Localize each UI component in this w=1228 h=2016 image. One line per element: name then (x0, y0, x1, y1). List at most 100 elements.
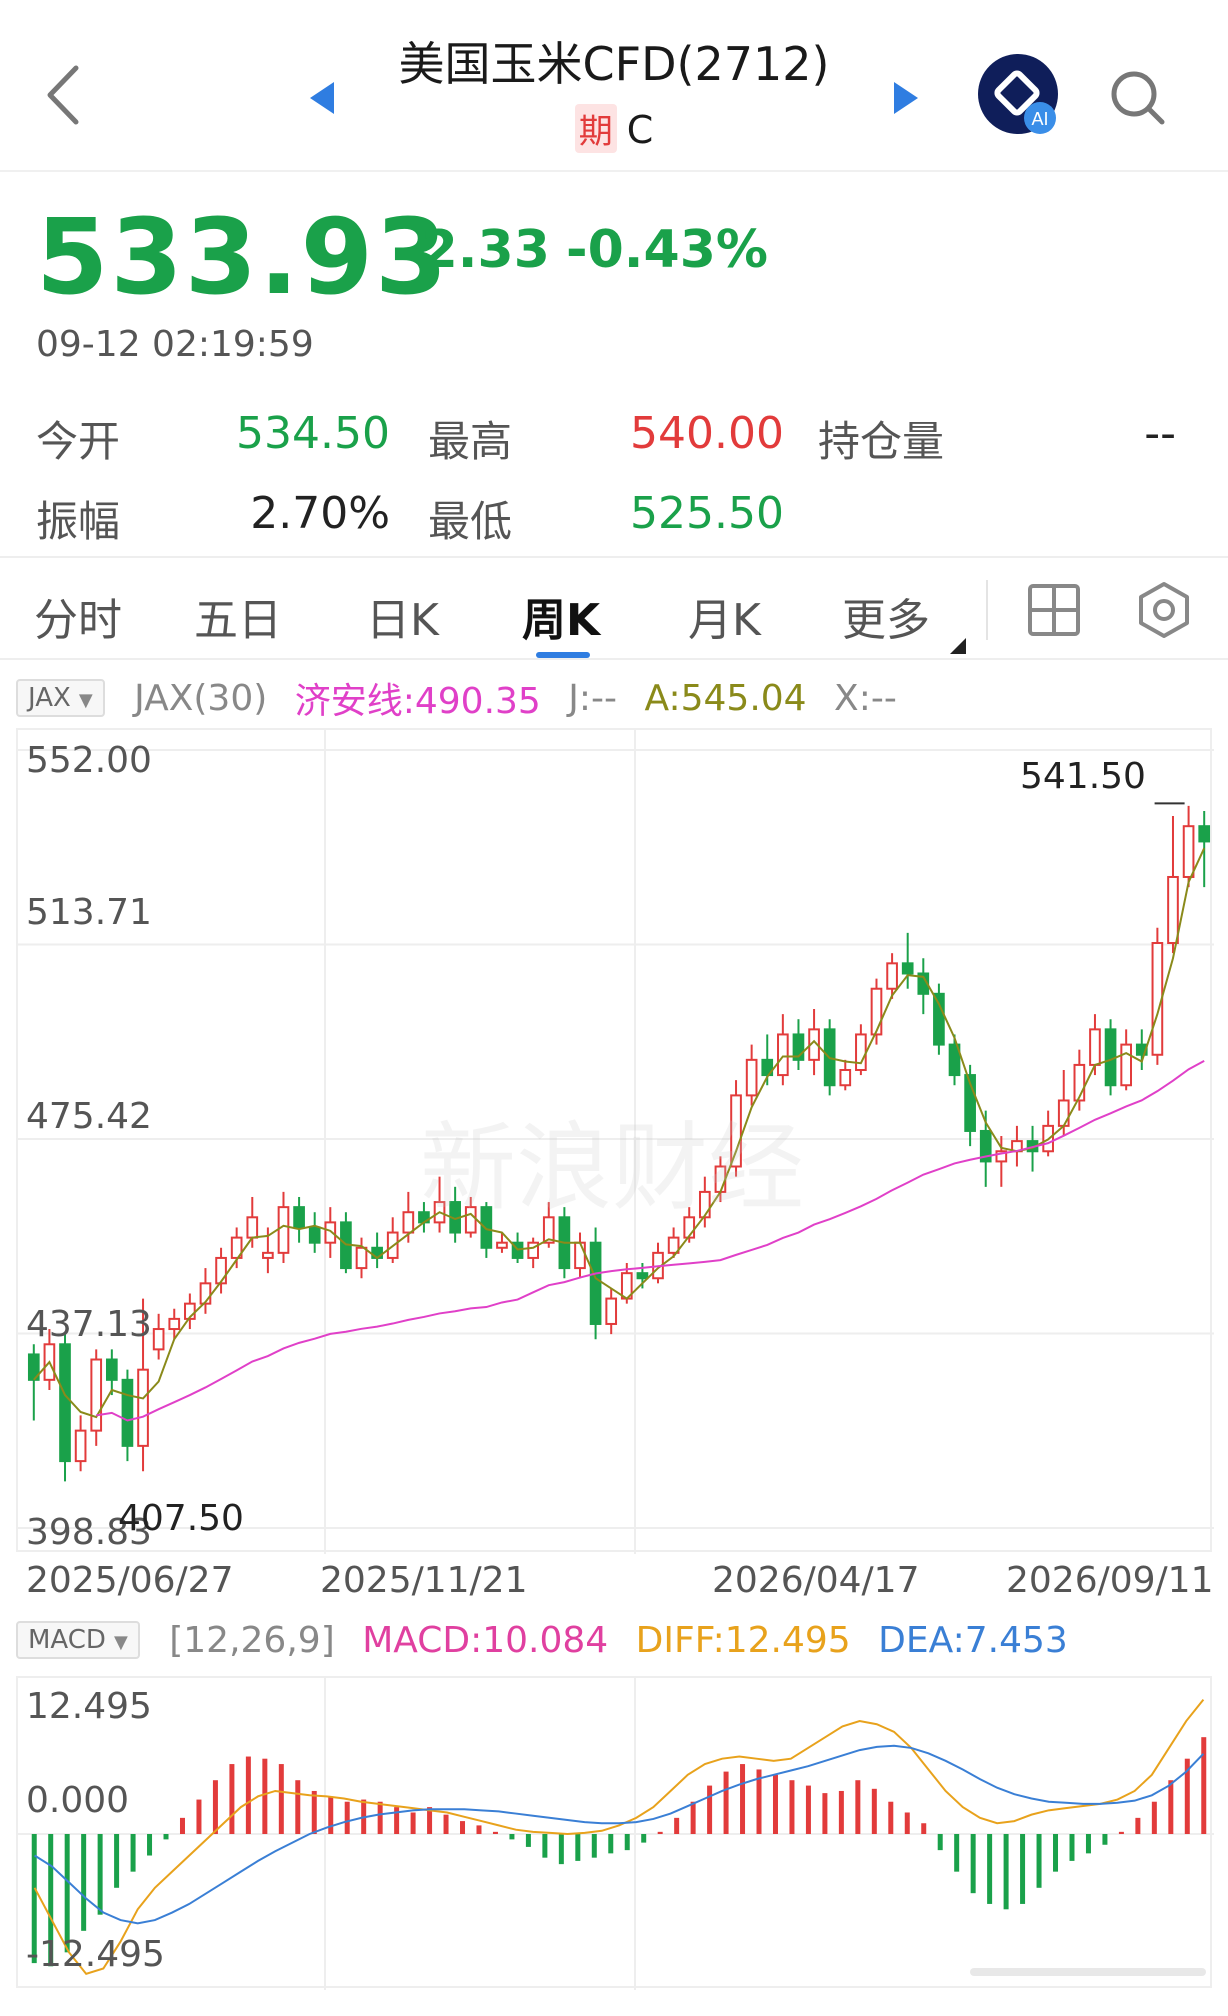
x-tick-4: 2026/09/11 (1006, 1560, 1214, 1601)
macd-bar-positive (674, 1817, 680, 1834)
macd-bar-positive (723, 1771, 729, 1834)
jax-line-value: 济安线:490.35 (294, 681, 541, 722)
macd-bar-negative (147, 1834, 153, 1856)
macd-bar-negative (987, 1834, 993, 1904)
candle-down (59, 1343, 71, 1463)
macd-bar-negative (525, 1834, 531, 1847)
instrument-code: C (626, 108, 654, 152)
chevron-down-icon: ▼ (113, 1632, 128, 1653)
macd-bar-positive (179, 1817, 185, 1834)
macd-bar-negative (937, 1834, 943, 1851)
candle-down (589, 1241, 602, 1325)
jax-j-value: J:-- (568, 677, 618, 719)
candle-up (886, 962, 898, 990)
sub-indicator-select[interactable]: MACD ▼ (16, 1621, 140, 1659)
chart-settings-icon[interactable] (1134, 580, 1194, 640)
quote-timestamp: 09-12 02:19:59 (36, 324, 314, 365)
more-dropdown-icon (950, 638, 966, 654)
macd-svg (18, 1678, 1214, 1990)
candle-up (605, 1297, 618, 1325)
macd-bar-positive (921, 1823, 927, 1834)
candle-up (839, 1068, 852, 1087)
macd-bar-positive (196, 1799, 202, 1834)
y-tick-2: 513.71 (26, 892, 152, 933)
candle-up (574, 1241, 586, 1270)
macd-bar-positive (492, 1831, 498, 1834)
price-change: -2.33 (400, 220, 550, 280)
last-price: 533.93 (36, 196, 450, 318)
back-icon[interactable] (40, 60, 90, 130)
macd-bar-positive (410, 1812, 416, 1834)
tabs-divider (986, 580, 988, 640)
instrument-subtitle: 期C (340, 104, 888, 153)
main-indicator-select-label: JAX (28, 683, 71, 713)
candle-up (1089, 1028, 1101, 1066)
x-tick-3: 2026/04/17 (712, 1560, 920, 1601)
candle-up (355, 1246, 368, 1270)
candle-down (121, 1378, 134, 1447)
open-label: 今开 (36, 417, 121, 466)
main-indicator-select[interactable]: JAX ▼ (16, 679, 105, 717)
macd-bar-positive (476, 1825, 482, 1834)
x-tick-1: 2025/06/27 (26, 1560, 234, 1601)
high-label: 最高 (428, 417, 513, 466)
candle-down (105, 1358, 118, 1381)
macd-bar-positive (838, 1790, 844, 1834)
macd-y-tick-2: 0.000 (26, 1780, 130, 1821)
macd-chart[interactable] (16, 1676, 1214, 1990)
macd-bar-positive (707, 1785, 713, 1834)
diff-value: DIFF:12.495 (635, 1619, 851, 1661)
next-symbol-icon[interactable] (888, 78, 922, 118)
sub-indicator-select-label: MACD (28, 1625, 106, 1655)
tab-five-day[interactable]: 五日 (194, 584, 282, 648)
ai-assistant-icon[interactable]: AI (978, 54, 1062, 138)
macd-bar-positive (328, 1796, 334, 1834)
macd-bar-positive (295, 1780, 301, 1834)
macd-bar-positive (805, 1785, 811, 1834)
macd-y-tick-1: 12.495 (26, 1686, 152, 1727)
tab-daily-k[interactable]: 日K (366, 584, 439, 648)
macd-bar-negative (641, 1834, 647, 1843)
macd-bar-negative (114, 1834, 120, 1888)
candle-down (933, 992, 945, 1046)
macd-params: [12,26,9] (169, 1619, 335, 1661)
candle-down (1198, 825, 1211, 843)
macd-bar-positive (888, 1801, 894, 1834)
candle-down (293, 1206, 305, 1229)
max-price-label: 541.50 (1020, 756, 1146, 797)
tab-intraday[interactable]: 分时 (34, 584, 122, 648)
jax-x-value: X:-- (834, 677, 897, 719)
macd-value: MACD:10.084 (362, 1619, 609, 1661)
top-nav: 美国玉米CFD(2712) 期C AI (0, 0, 1228, 172)
candle-up (215, 1256, 227, 1285)
active-tab-indicator (536, 652, 590, 658)
search-icon[interactable] (1108, 68, 1168, 128)
tab-monthly-k[interactable]: 月K (688, 584, 761, 648)
macd-bar-positive (443, 1814, 449, 1834)
macd-bar-negative (1102, 1834, 1108, 1845)
macd-bar-positive (772, 1774, 778, 1834)
period-tabs: 分时 五日 日K 周K 月K 更多 (0, 556, 1228, 660)
macd-bar-positive (245, 1756, 251, 1834)
macd-bar-negative (1003, 1834, 1009, 1910)
layout-grid-icon[interactable] (1026, 582, 1082, 638)
macd-bar-negative (954, 1834, 960, 1872)
candle-up (246, 1216, 259, 1239)
macd-bar-positive (1135, 1817, 1141, 1834)
chevron-down-icon: ▼ (78, 690, 93, 711)
candle-up (137, 1368, 149, 1447)
tab-weekly-k[interactable]: 周K (522, 584, 600, 648)
candle-up (870, 987, 883, 1036)
main-indicator-row: JAX ▼ JAX(30) 济安线:490.35 J:-- A:545.04 X:… (16, 672, 913, 724)
macd-bar-negative (1020, 1834, 1026, 1904)
macd-bar-positive (789, 1780, 795, 1834)
tab-more[interactable]: 更多 (842, 584, 930, 648)
macd-bar-negative (81, 1834, 87, 1931)
watermark: 新浪财经 (420, 1112, 804, 1224)
candle-up (1167, 875, 1179, 945)
y-tick-1: 552.00 (26, 740, 152, 781)
candle-up (402, 1211, 415, 1234)
prev-symbol-icon[interactable] (306, 78, 340, 118)
macd-bar-positive (657, 1831, 663, 1834)
diff-line (33, 1698, 1205, 1976)
